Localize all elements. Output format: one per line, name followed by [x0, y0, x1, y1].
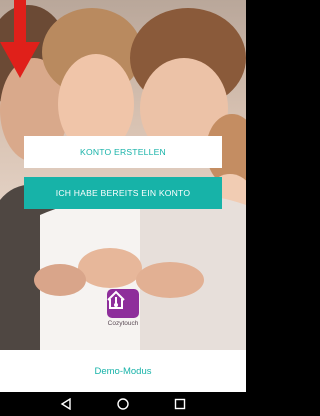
hero-photo: KONTO ERSTELLEN ICH HABE BEREITS EIN KON… — [0, 0, 246, 350]
house-thermometer-icon — [107, 289, 139, 318]
home-circle-icon[interactable] — [114, 395, 132, 413]
existing-account-button[interactable]: ICH HABE BEREITS EIN KONTO — [24, 177, 222, 209]
demo-mode-link[interactable]: Demo-Modus — [94, 366, 151, 377]
onboarding-screen: KONTO ERSTELLEN ICH HABE BEREITS EIN KON… — [0, 0, 246, 416]
down-arrow-icon — [0, 0, 40, 78]
back-triangle-icon[interactable] — [57, 395, 75, 413]
demo-bar: Demo-Modus — [0, 350, 246, 392]
recents-square-icon[interactable] — [171, 395, 189, 413]
cozytouch-logo: Cozytouch — [105, 289, 141, 331]
logo-label: Cozytouch — [107, 320, 139, 327]
create-account-button[interactable]: KONTO ERSTELLEN — [24, 136, 222, 168]
android-nav-bar — [0, 392, 246, 416]
